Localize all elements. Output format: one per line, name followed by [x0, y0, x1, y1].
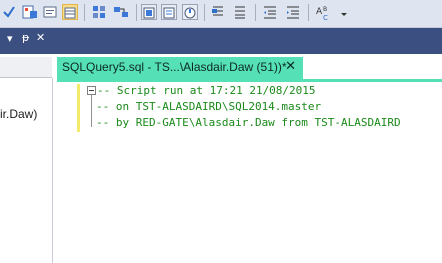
object-explorer-panel: ir.Daw) — [0, 78, 53, 263]
query-editor[interactable]: -- Script run at 17:21 21/08/2015 -- on … — [57, 82, 442, 263]
client-stats-icon[interactable] — [182, 4, 198, 20]
svg-text:C: C — [323, 14, 328, 22]
results-to-text-icon[interactable] — [42, 4, 58, 20]
comment-icon[interactable] — [210, 4, 226, 20]
results-to-file-icon[interactable] — [91, 4, 107, 20]
close-tab-icon[interactable]: ✕ — [285, 59, 296, 74]
collapse-region-icon[interactable] — [87, 86, 96, 95]
pin-icon[interactable]: ᵽ — [22, 31, 29, 44]
results-to-grid-icon[interactable] — [62, 4, 78, 20]
decrease-indent-icon[interactable] — [262, 4, 278, 20]
toolbar-separator — [204, 4, 205, 21]
svg-text:B: B — [323, 6, 327, 13]
toolbar-separator — [136, 4, 137, 21]
object-explorer-tab — [0, 57, 52, 78]
toolbar-separator — [84, 4, 85, 21]
svg-text:A: A — [316, 7, 323, 17]
include-plan-icon[interactable] — [141, 4, 157, 20]
parse-check-icon[interactable] — [1, 4, 17, 20]
document-tab-active[interactable]: SQLQuery5.sql - TS...\Alasdair.Daw (51))… — [57, 57, 303, 79]
toolbar-overflow-icon[interactable] — [339, 4, 349, 20]
sql-editor-toolbar: ABC — [0, 0, 442, 28]
panel-close-icon[interactable]: ✕ — [36, 31, 45, 44]
server-node-label[interactable]: ir.Daw) — [0, 107, 37, 121]
panel-header-strip: ▾ ᵽ ✕ — [0, 28, 442, 54]
document-tab-label: SQLQuery5.sql - TS...\Alasdair.Daw (51))… — [62, 60, 287, 74]
statistics-icon[interactable] — [161, 4, 177, 20]
uncomment-icon[interactable] — [232, 4, 248, 20]
code-line-1: -- Script run at 17:21 21/08/2015 — [97, 84, 316, 97]
code-line-2: -- on TST-ALASDAIRD\SQL2014.master — [96, 100, 322, 113]
panel-dropdown-icon[interactable]: ▾ — [7, 32, 13, 45]
query-options-icon[interactable] — [22, 4, 38, 20]
outline-guide-line — [91, 95, 92, 127]
display-plan-icon[interactable] — [113, 4, 129, 20]
code-line-3: -- by RED-GATE\Alasdair.Daw from TST-ALA… — [96, 116, 401, 129]
specify-values-icon[interactable]: ABC — [315, 4, 337, 22]
change-tracking-bar — [77, 84, 80, 132]
toolbar-separator — [255, 4, 256, 21]
toolbar-separator — [308, 4, 309, 21]
increase-indent-icon[interactable] — [285, 4, 301, 20]
